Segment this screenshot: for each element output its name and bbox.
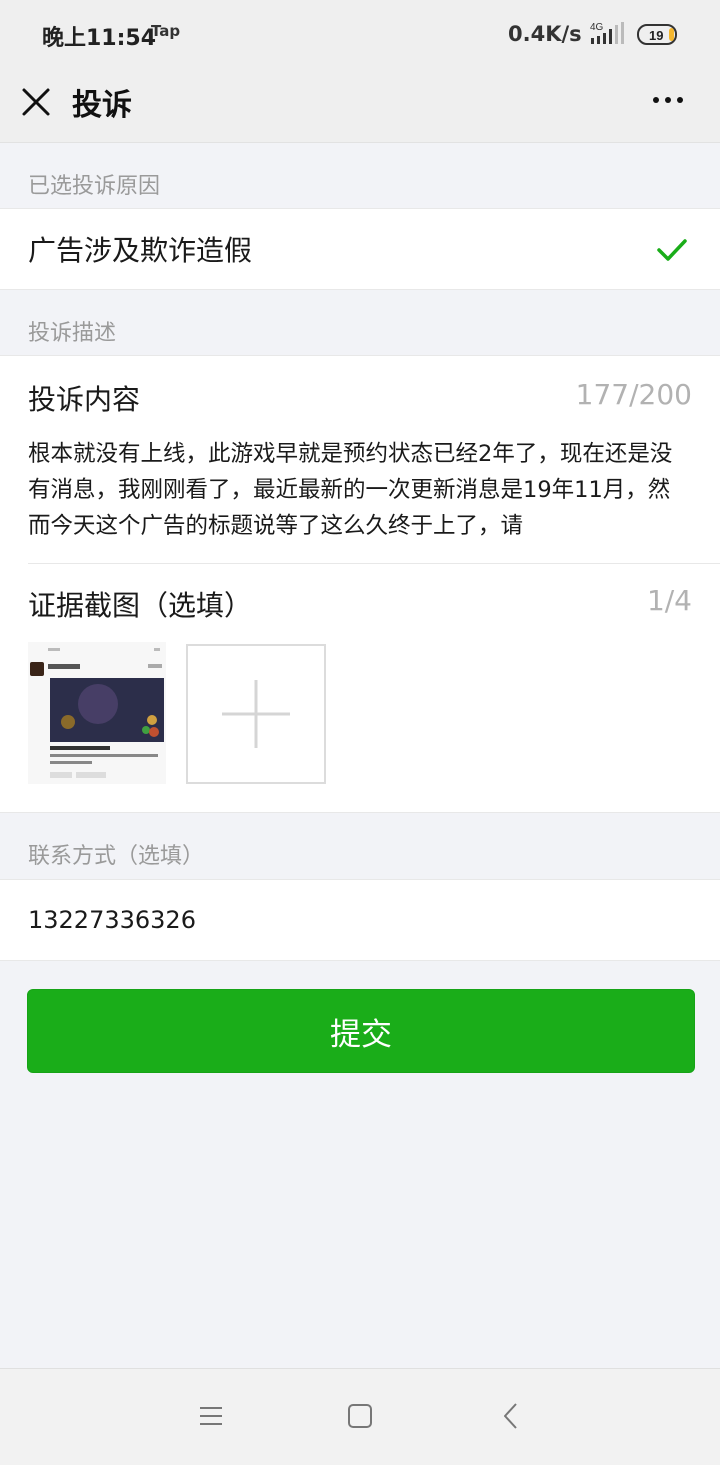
battery-icon: 19	[637, 24, 677, 45]
system-nav-bar	[0, 1368, 720, 1465]
top-nav-bar: 投诉	[0, 70, 720, 143]
complaint-char-count: 177/200	[575, 378, 692, 411]
screenshot-image	[28, 642, 166, 784]
battery-level: 19	[649, 28, 663, 43]
check-icon	[657, 239, 687, 261]
contact-row: 13227336326	[0, 879, 720, 961]
complaint-content-title: 投诉内容	[28, 383, 141, 416]
menu-icon[interactable]	[196, 1401, 226, 1431]
evidence-title: 证据截图（选填）	[28, 589, 253, 622]
submit-button[interactable]: 提交	[27, 989, 695, 1073]
contact-section-label: 联系方式（选填）	[28, 844, 205, 869]
divider	[28, 563, 720, 564]
status-app-badge: Tap	[151, 22, 181, 40]
plus-icon	[222, 680, 290, 748]
complaint-content-textarea[interactable]: 根本就没有上线，此游戏早就是预约状态已经2年了，现在还是没有消息，我刚刚看了，最…	[28, 436, 692, 548]
description-card: 投诉内容 177/200 根本就没有上线，此游戏早就是预约状态已经2年了，现在还…	[0, 355, 720, 813]
description-section-label: 投诉描述	[28, 321, 117, 346]
signal-icon: 4G	[590, 22, 624, 44]
back-icon[interactable]	[497, 1401, 527, 1431]
status-bar: 晚上11:54 Tap 0.4K/s 4G 19	[0, 0, 720, 70]
status-net-speed: 0.4K/s	[508, 22, 582, 46]
evidence-count: 1/4	[646, 584, 692, 617]
home-icon[interactable]	[345, 1401, 375, 1431]
network-type: 4G	[590, 22, 604, 33]
reason-section-label: 已选投诉原因	[28, 174, 161, 199]
status-time: 晚上11:54	[42, 26, 157, 51]
more-icon[interactable]	[648, 90, 688, 110]
selected-reason-text: 广告涉及欺诈造假	[28, 234, 253, 267]
evidence-thumbnail[interactable]	[28, 642, 166, 784]
page-title: 投诉	[72, 88, 132, 123]
close-icon[interactable]	[18, 84, 54, 120]
selected-reason-row[interactable]: 广告涉及欺诈造假	[0, 208, 720, 290]
contact-input[interactable]: 13227336326	[28, 906, 628, 934]
add-photo-button[interactable]	[186, 644, 326, 784]
